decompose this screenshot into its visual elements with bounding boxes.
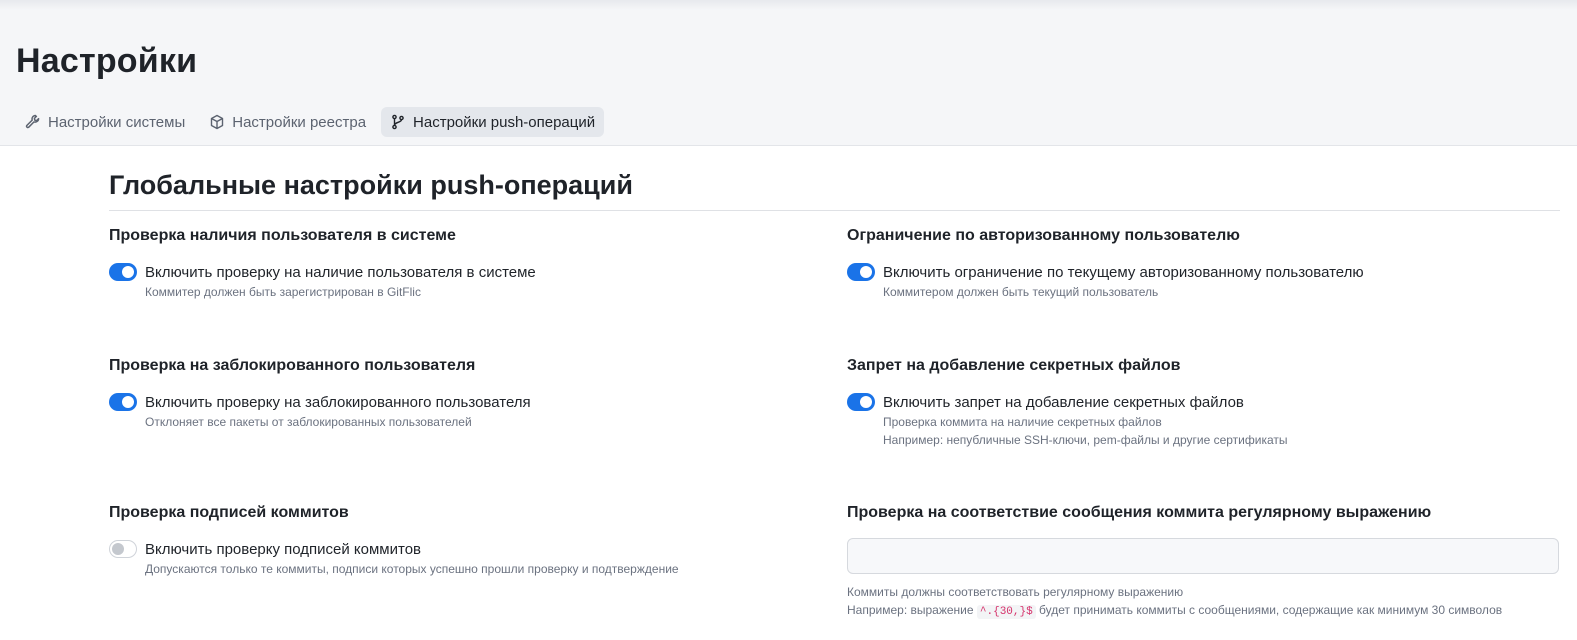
section-divider — [109, 210, 1560, 211]
commit-signatures-toggle[interactable] — [109, 540, 137, 558]
toggle-row: Включить ограничение по текущему авториз… — [847, 262, 1364, 282]
tab-push-settings[interactable]: Настройки push-операций — [381, 107, 605, 137]
user-exists-toggle[interactable] — [109, 263, 137, 281]
setting-hint-example: Например: непубличные SSH-ключи, pem-фай… — [883, 433, 1288, 447]
tab-registry-settings[interactable]: Настройки реестра — [200, 107, 375, 137]
setting-title: Проверка на соответствие сообщения комми… — [847, 504, 1432, 521]
tab-system-settings[interactable]: Настройки системы — [16, 107, 194, 137]
setting-title: Проверка наличия пользователя в системе — [109, 227, 456, 244]
section-title: Глобальные настройки push-операций — [109, 170, 633, 200]
toggle-label: Включить запрет на добавление секретных … — [883, 393, 1244, 411]
blocked-user-toggle[interactable] — [109, 393, 137, 411]
toggle-row: Включить проверку на наличие пользовател… — [109, 262, 536, 282]
setting-hint: Проверка коммита на наличие секретных фа… — [883, 415, 1162, 429]
setting-blocked-user: Проверка на заблокированного пользовател… — [109, 356, 531, 431]
toggle-row: Включить проверку подписей коммитов — [109, 539, 679, 559]
setting-title: Ограничение по авторизованному пользоват… — [847, 227, 1240, 244]
toggle-label: Включить проверку на наличие пользовател… — [145, 263, 536, 281]
setting-commit-signatures: Проверка подписей коммитов Включить пров… — [109, 503, 679, 578]
setting-secret-files: Запрет на добавление секретных файлов Вк… — [847, 356, 1288, 449]
toggle-row: Включить запрет на добавление секретных … — [847, 392, 1288, 412]
regex-input[interactable] — [847, 538, 1559, 574]
tab-label: Настройки системы — [48, 113, 186, 131]
setting-hint: Коммитером должен быть текущий пользоват… — [883, 285, 1159, 299]
setting-title: Запрет на добавление секретных файлов — [847, 357, 1181, 374]
wrench-icon — [25, 114, 41, 130]
toggle-label: Включить ограничение по текущему авториз… — [883, 263, 1364, 281]
settings-tabs: Настройки системы Настройки реестра Наст… — [16, 107, 605, 137]
setting-hint: Отклоняет все пакеты от заблокированных … — [145, 415, 472, 429]
regex-example-suffix: будет принимать коммиты с сообщениями, с… — [1039, 603, 1503, 617]
page-title: Настройки — [16, 42, 198, 80]
secret-files-toggle[interactable] — [847, 393, 875, 411]
setting-hint: Допускаются только те коммиты, подписи к… — [145, 562, 679, 576]
package-icon — [209, 114, 225, 130]
tab-label: Настройки push-операций — [413, 113, 596, 131]
toggle-row: Включить проверку на заблокированного по… — [109, 392, 531, 412]
regex-example-prefix: Например: выражение — [847, 603, 974, 617]
setting-title: Проверка подписей коммитов — [109, 504, 349, 521]
regex-example-code: ^.{30,}$ — [976, 605, 1036, 619]
toggle-label: Включить проверку на заблокированного по… — [145, 393, 531, 411]
toggle-label: Включить проверку подписей коммитов — [145, 540, 422, 558]
setting-commit-message-regex: Проверка на соответствие сообщения комми… — [847, 503, 1559, 621]
tab-label: Настройки реестра — [232, 113, 367, 131]
page-header: Настройки Настройки системы Настройки ре… — [0, 0, 1577, 146]
regex-hint: Коммиты должны соответствовать регулярно… — [847, 585, 1184, 599]
setting-hint: Коммитер должен быть зарегистрирован в G… — [145, 285, 421, 299]
authorized-user-toggle[interactable] — [847, 263, 875, 281]
regex-example: Например: выражение ^.{30,}$ будет прини… — [847, 601, 1559, 621]
setting-user-exists: Проверка наличия пользователя в системе … — [109, 226, 536, 301]
setting-title: Проверка на заблокированного пользовател… — [109, 357, 476, 374]
git-branch-icon — [390, 114, 406, 130]
setting-authorized-user: Ограничение по авторизованному пользоват… — [847, 226, 1364, 301]
